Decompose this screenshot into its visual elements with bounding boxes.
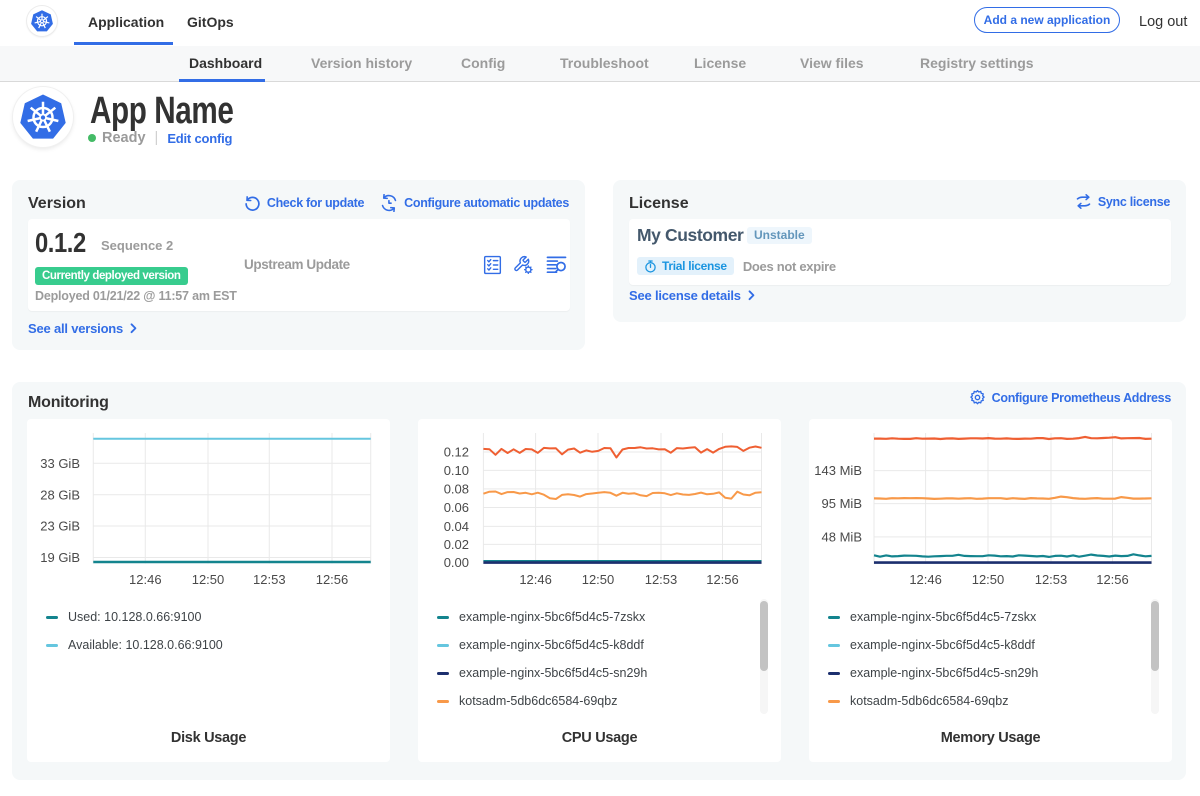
svg-text:12:46: 12:46 bbox=[519, 572, 552, 587]
svg-text:33 GiB: 33 GiB bbox=[40, 456, 80, 471]
svg-text:12:46: 12:46 bbox=[129, 572, 162, 587]
svg-text:48 MiB: 48 MiB bbox=[822, 529, 862, 544]
svg-text:0.06: 0.06 bbox=[444, 500, 469, 515]
svg-text:28 GiB: 28 GiB bbox=[40, 487, 80, 502]
svg-text:12:50: 12:50 bbox=[192, 572, 225, 587]
svg-text:19 GiB: 19 GiB bbox=[40, 550, 80, 565]
svg-text:0.04: 0.04 bbox=[444, 519, 469, 534]
svg-text:12:46: 12:46 bbox=[909, 572, 942, 587]
svg-text:12:53: 12:53 bbox=[645, 572, 678, 587]
svg-text:12:53: 12:53 bbox=[1035, 572, 1068, 587]
svg-text:23 GiB: 23 GiB bbox=[40, 519, 80, 534]
svg-text:0.12: 0.12 bbox=[444, 445, 469, 460]
svg-text:12:50: 12:50 bbox=[972, 572, 1005, 587]
svg-text:95 MiB: 95 MiB bbox=[822, 496, 862, 511]
svg-text:143 MiB: 143 MiB bbox=[814, 463, 862, 478]
svg-text:0.02: 0.02 bbox=[444, 537, 469, 552]
svg-text:12:56: 12:56 bbox=[316, 572, 349, 587]
svg-text:0.08: 0.08 bbox=[444, 481, 469, 496]
svg-text:12:56: 12:56 bbox=[1096, 572, 1129, 587]
svg-text:0.10: 0.10 bbox=[444, 463, 469, 478]
svg-text:12:56: 12:56 bbox=[706, 572, 739, 587]
svg-text:0.00: 0.00 bbox=[444, 555, 469, 570]
svg-text:12:50: 12:50 bbox=[582, 572, 615, 587]
svg-text:12:53: 12:53 bbox=[253, 572, 286, 587]
